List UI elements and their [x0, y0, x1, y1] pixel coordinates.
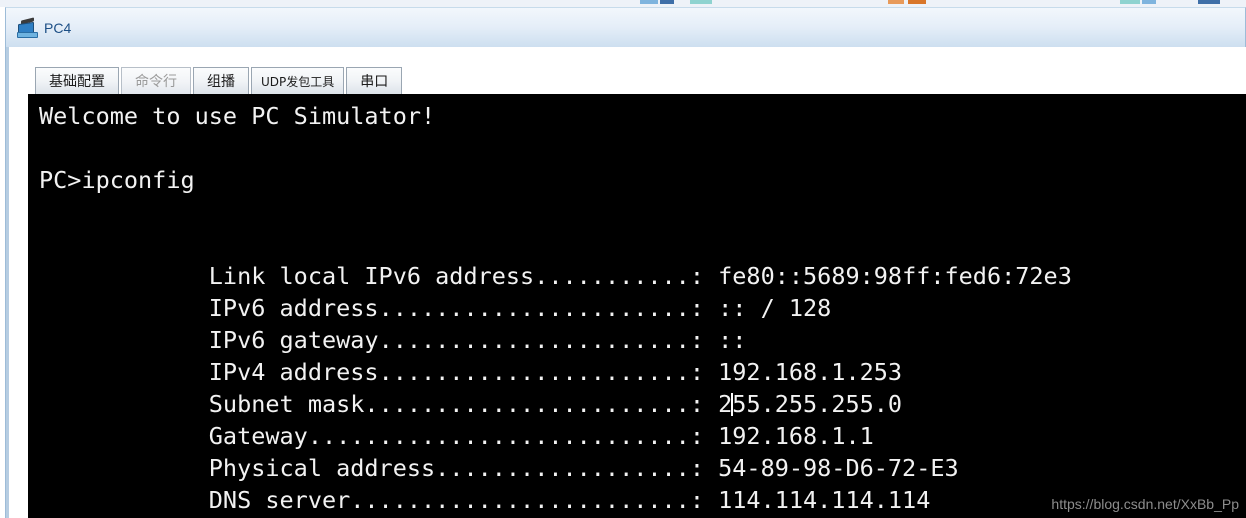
- row-value-after-caret: 55.255.255.0: [732, 390, 903, 418]
- terminal-prompt-line: PC>ipconfig: [39, 166, 195, 194]
- row-separator: :: [689, 390, 719, 418]
- sliver-mark: [690, 0, 712, 4]
- row-value: fe80::5689:98ff:fed6:72e3: [718, 262, 1072, 290]
- tab-udp-packet-tool[interactable]: UDP发包工具: [251, 67, 345, 94]
- row-value: 192.168.1.253: [718, 358, 903, 386]
- row-dots: ......................: [378, 326, 690, 354]
- row-dots: ......................: [378, 294, 690, 322]
- row-dots: ......................: [378, 358, 690, 386]
- row-value: 54-89-98-D6-72-E3: [718, 454, 959, 482]
- row-separator: :: [689, 486, 719, 514]
- terminal-banner: Welcome to use PC Simulator!: [39, 102, 436, 130]
- row-label: IPv6 gateway: [208, 326, 379, 354]
- row-dots: ..................: [435, 454, 690, 482]
- row-value: 192.168.1.1: [718, 422, 874, 450]
- sliver-mark: [660, 0, 674, 4]
- row-dots: .......................: [364, 390, 690, 418]
- pc4-simulator-window: PC4 基础配置 命令行 组播 UDP发包工具 串口 Welcome to us…: [0, 0, 1246, 518]
- tab-command-line[interactable]: 命令行: [121, 67, 191, 94]
- row-dots: ........................: [350, 486, 690, 514]
- tab-serial-port[interactable]: 串口: [346, 67, 403, 94]
- row-label: IPv6 address: [208, 294, 379, 322]
- window-titlebar: PC4: [5, 7, 1246, 47]
- row-value: :: / 128: [718, 294, 832, 322]
- row-dots: ...........................: [307, 422, 690, 450]
- row-label: Link local IPv6 address: [208, 262, 535, 290]
- sliver-mark: [888, 0, 904, 4]
- row-dots: ...........: [534, 262, 690, 290]
- tab-multicast[interactable]: 组播: [193, 67, 249, 94]
- row-separator: :: [689, 294, 719, 322]
- sliver-mark: [908, 0, 926, 4]
- row-separator: :: [689, 262, 719, 290]
- row-value-before-caret: 2: [718, 390, 733, 418]
- terminal-row-link-local-ipv6: Link local IPv6 address...........: fe80…: [39, 228, 1246, 290]
- window-title: PC4: [44, 19, 72, 36]
- tab-basic-config[interactable]: 基础配置: [35, 67, 119, 94]
- row-separator: :: [689, 326, 719, 354]
- left-rail: [6, 47, 9, 518]
- row-separator: :: [689, 454, 719, 482]
- row-label: Physical address: [208, 454, 436, 482]
- sliver-mark: [640, 0, 658, 4]
- application-window: PC4 基础配置 命令行 组播 UDP发包工具 串口 Welcome to us…: [0, 7, 1246, 518]
- row-separator: :: [689, 358, 719, 386]
- sliver-mark: [1120, 0, 1140, 4]
- row-label: DNS server: [208, 486, 351, 514]
- terminal-console[interactable]: Welcome to use PC Simulator! PC>ipconfig…: [28, 94, 1246, 518]
- watermark-text: https://blog.csdn.net/XxBb_Pp: [1051, 496, 1239, 512]
- row-label: Subnet mask: [208, 390, 365, 418]
- terminal-text-area: Welcome to use PC Simulator! PC>ipconfig…: [28, 94, 1246, 516]
- row-value: ::: [718, 326, 747, 354]
- row-separator: :: [689, 422, 719, 450]
- row-label: Gateway: [208, 422, 308, 450]
- sliver-mark: [1142, 0, 1156, 4]
- row-value: 114.114.114.114: [718, 486, 931, 514]
- pc-monitor-icon: [16, 16, 38, 38]
- tab-bar: 基础配置 命令行 组播 UDP发包工具 串口: [35, 67, 403, 96]
- window-body: 基础配置 命令行 组播 UDP发包工具 串口 Welcome to use PC…: [5, 47, 1246, 518]
- row-label: IPv4 address: [208, 358, 379, 386]
- sliver-mark: [1198, 0, 1220, 4]
